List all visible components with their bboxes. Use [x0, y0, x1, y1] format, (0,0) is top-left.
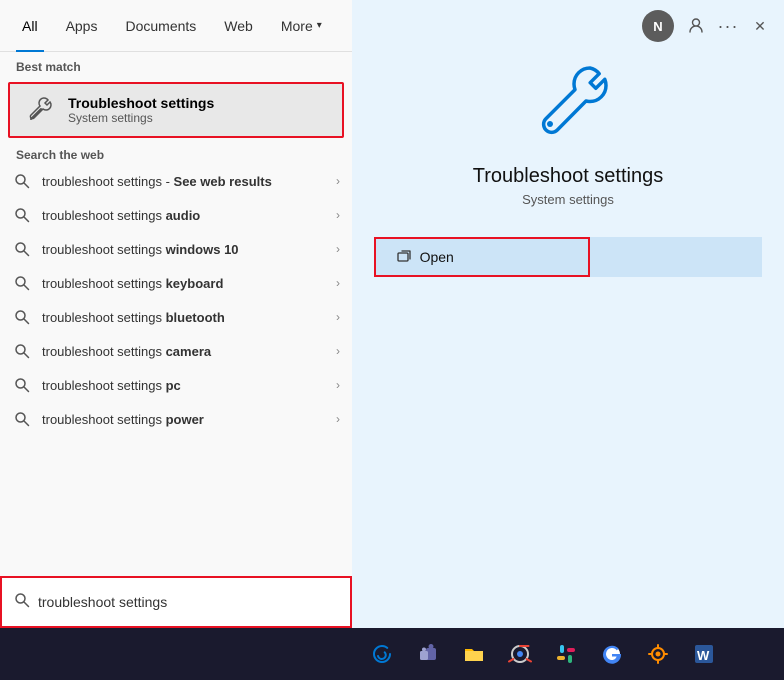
web-section-label: Search the web — [0, 142, 352, 164]
best-match-subtitle: System settings — [68, 111, 214, 125]
detail-title: Troubleshoot settings — [473, 165, 663, 188]
wrench-icon — [22, 92, 58, 128]
search-icon — [12, 171, 32, 191]
chevron-right-icon: › — [336, 174, 340, 188]
chevron-right-icon: › — [336, 242, 340, 256]
open-btn-container: Open — [374, 237, 763, 277]
slack-icon[interactable] — [546, 634, 586, 674]
best-match-item[interactable]: Troubleshoot settings System settings — [8, 82, 344, 138]
detail-subtitle: System settings — [522, 192, 614, 207]
tabs-bar: All Apps Documents Web More ▾ — [0, 0, 352, 52]
svg-text:W: W — [697, 648, 710, 663]
search-icon — [12, 341, 32, 361]
chevron-right-icon: › — [336, 412, 340, 426]
tab-web[interactable]: Web — [210, 0, 267, 52]
result-text: troubleshoot settings power — [42, 412, 336, 427]
google-icon[interactable] — [592, 634, 632, 674]
result-item-power[interactable]: troubleshoot settings power › — [0, 402, 352, 436]
result-text: troubleshoot settings audio — [42, 208, 336, 223]
search-icon — [12, 409, 32, 429]
result-text: troubleshoot settings windows 10 — [42, 242, 336, 257]
search-icon — [12, 307, 32, 327]
search-box-icon — [14, 592, 30, 613]
chevron-right-icon: › — [336, 310, 340, 324]
search-input-value[interactable]: troubleshoot settings — [38, 594, 167, 610]
search-icon — [12, 205, 32, 225]
settings-icon[interactable] — [638, 634, 678, 674]
search-box[interactable]: troubleshoot settings — [0, 576, 352, 628]
top-nav: N ··· ✕ — [352, 0, 784, 52]
search-icon — [12, 273, 32, 293]
user-avatar[interactable]: N — [642, 10, 674, 42]
detail-wrench-icon — [528, 60, 608, 145]
chevron-right-icon: › — [336, 344, 340, 358]
best-match-label: Best match — [0, 52, 352, 78]
tab-documents[interactable]: Documents — [111, 0, 210, 52]
chevron-down-icon: ▾ — [317, 20, 322, 31]
result-item-web[interactable]: troubleshoot settings - See web results … — [0, 164, 352, 198]
search-icon — [12, 375, 32, 395]
feedback-button[interactable] — [680, 10, 712, 42]
chevron-right-icon: › — [336, 276, 340, 290]
file-explorer-icon[interactable] — [454, 634, 494, 674]
result-text: troubleshoot settings pc — [42, 378, 336, 393]
tab-more[interactable]: More ▾ — [267, 0, 336, 52]
edge-icon[interactable] — [362, 634, 402, 674]
result-item-audio[interactable]: troubleshoot settings audio › — [0, 198, 352, 232]
more-options-button[interactable]: ··· — [712, 10, 744, 42]
tab-all[interactable]: All — [8, 0, 52, 52]
result-text: troubleshoot settings camera — [42, 344, 336, 359]
chevron-right-icon: › — [336, 378, 340, 392]
result-text: troubleshoot settings keyboard — [42, 276, 336, 291]
open-label: Open — [420, 249, 454, 265]
result-item-camera[interactable]: troubleshoot settings camera › — [0, 334, 352, 368]
taskbar-icons: W — [352, 628, 784, 680]
result-text: troubleshoot settings bluetooth — [42, 310, 336, 325]
result-item-windows10[interactable]: troubleshoot settings windows 10 › — [0, 232, 352, 266]
detail-panel: N ··· ✕ Troubleshoot settings System set… — [352, 0, 784, 680]
close-button[interactable]: ✕ — [744, 10, 776, 42]
teams-icon[interactable] — [408, 634, 448, 674]
chrome-icon[interactable] — [500, 634, 540, 674]
search-icon — [12, 239, 32, 259]
open-btn-spacer — [590, 237, 762, 277]
tab-apps[interactable]: Apps — [52, 0, 112, 52]
result-item-keyboard[interactable]: troubleshoot settings keyboard › — [0, 266, 352, 300]
open-button[interactable]: Open — [374, 237, 590, 277]
chevron-right-icon: › — [336, 208, 340, 222]
best-match-title: Troubleshoot settings — [68, 95, 214, 111]
result-text: troubleshoot settings - See web results — [42, 174, 336, 189]
taskbar: W — [0, 628, 784, 680]
word-icon[interactable]: W — [684, 634, 724, 674]
best-match-text: Troubleshoot settings System settings — [68, 95, 214, 125]
result-item-pc[interactable]: troubleshoot settings pc › — [0, 368, 352, 402]
result-item-bluetooth[interactable]: troubleshoot settings bluetooth › — [0, 300, 352, 334]
